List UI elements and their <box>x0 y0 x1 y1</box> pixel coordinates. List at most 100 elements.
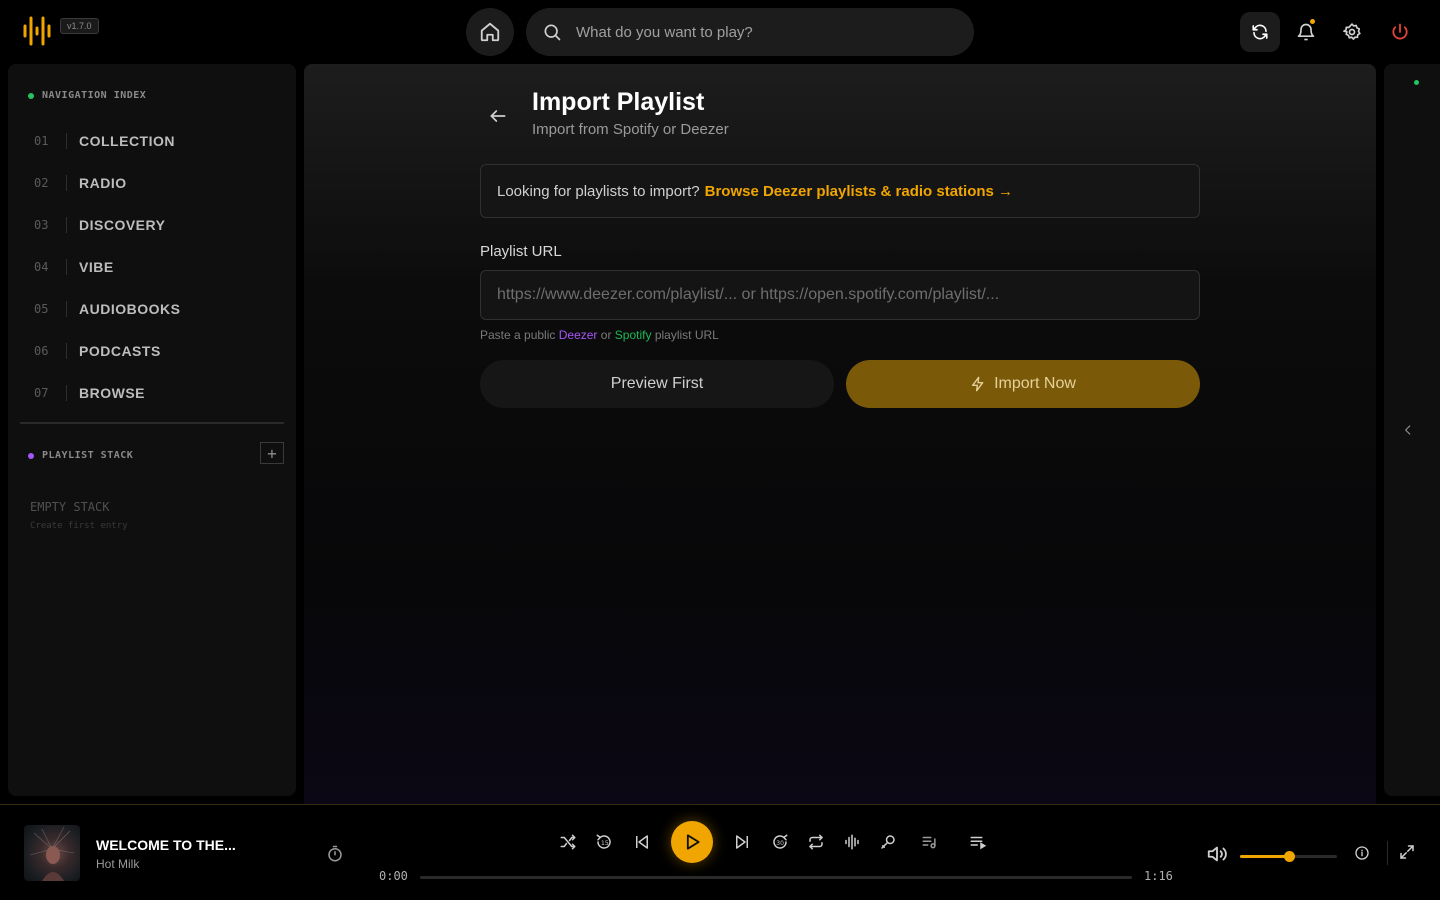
music-list-icon <box>922 836 936 849</box>
queue-icon <box>970 836 987 850</box>
main-content: Import Playlist Import from Spotify or D… <box>304 64 1376 804</box>
previous-button[interactable] <box>630 831 654 853</box>
url-hint: Paste a public Deezer or Spotify playlis… <box>480 328 719 342</box>
chevron-left-icon <box>1404 425 1411 435</box>
nav-separator <box>66 133 67 149</box>
settings-button[interactable] <box>1332 12 1372 52</box>
url-label: Playlist URL <box>480 243 562 260</box>
nav-number: 05 <box>34 302 49 316</box>
lyrics-button[interactable] <box>876 831 900 853</box>
fullscreen-button[interactable] <box>1398 843 1416 866</box>
search-input[interactable] <box>576 23 956 41</box>
shuffle-icon <box>560 834 576 850</box>
status-dot <box>1414 80 1419 85</box>
timer-icon <box>328 845 342 862</box>
nav-label: PODCASTS <box>79 343 161 359</box>
lightning-icon <box>972 376 984 392</box>
visualizer-button[interactable] <box>840 831 864 853</box>
volume-slider[interactable] <box>1240 851 1337 862</box>
rewind-15-button[interactable]: 15 <box>592 831 616 853</box>
svg-text:30: 30 <box>776 840 784 847</box>
page-subtitle: Import from Spotify or Deezer <box>532 121 729 138</box>
spotify-text: Spotify <box>614 328 652 342</box>
import-info-box: Looking for playlists to import? Browse … <box>480 164 1200 218</box>
nav-list: 01 COLLECTION 02 RADIO 03 DISCOVERY 04 V… <box>34 120 180 414</box>
power-icon <box>1392 23 1408 40</box>
progress-bar[interactable] <box>420 876 1132 879</box>
right-panel <box>1384 64 1440 796</box>
empty-stack-title: EMPTY STACK <box>30 500 110 514</box>
nav-number: 03 <box>34 218 49 232</box>
status-dot <box>28 92 34 99</box>
divider <box>20 422 284 424</box>
nav-label: RADIO <box>79 175 127 191</box>
playlist-url-input[interactable] <box>480 270 1200 320</box>
sidebar-item-browse[interactable]: 07 BROWSE <box>34 372 180 414</box>
sync-button[interactable] <box>1240 12 1280 52</box>
playlist-section-title: PLAYLIST STACK <box>28 450 133 461</box>
album-cover[interactable] <box>24 825 80 881</box>
nav-separator <box>66 385 67 401</box>
sidebar-item-radio[interactable]: 02 RADIO <box>34 162 180 204</box>
play-icon <box>686 834 700 850</box>
fast-forward-icon: 30 <box>773 834 788 849</box>
nav-separator <box>66 301 67 317</box>
nav-label: COLLECTION <box>79 133 175 149</box>
nav-label: DISCOVERY <box>79 217 166 233</box>
add-playlist-button[interactable]: + <box>260 442 284 464</box>
skip-forward-icon <box>736 835 748 849</box>
expand-panel-button[interactable] <box>1398 420 1418 440</box>
track-artist[interactable]: Hot Milk <box>96 857 139 871</box>
deezer-text: Deezer <box>558 328 598 342</box>
notifications-button[interactable] <box>1286 12 1326 52</box>
sidebar-item-discovery[interactable]: 03 DISCOVERY <box>34 204 180 246</box>
info-text: Looking for playlists to import? <box>497 182 700 200</box>
sidebar-item-vibe[interactable]: 04 VIBE <box>34 246 180 288</box>
nav-label: BROWSE <box>79 385 145 401</box>
app-logo[interactable] <box>20 14 54 48</box>
sidebar-item-audiobooks[interactable]: 05 AUDIOBOOKS <box>34 288 180 330</box>
nav-separator <box>66 175 67 191</box>
svg-text:15: 15 <box>601 840 609 847</box>
queue-button[interactable] <box>966 831 990 853</box>
notification-dot <box>1310 19 1315 24</box>
track-info-button[interactable] <box>1354 845 1370 866</box>
browse-deezer-link[interactable]: Browse Deezer playlists & radio stations… <box>705 183 1013 200</box>
forward-30-button[interactable]: 30 <box>768 831 792 853</box>
sleep-timer-button[interactable] <box>326 845 344 868</box>
volume-fill <box>1240 855 1289 858</box>
search-icon <box>544 24 561 41</box>
home-button[interactable] <box>466 8 514 56</box>
nav-number: 01 <box>34 134 49 148</box>
playlist-add-button[interactable] <box>918 831 942 853</box>
sidebar-item-podcasts[interactable]: 06 PODCASTS <box>34 330 180 372</box>
arrow-left-icon <box>490 110 506 122</box>
mute-button[interactable] <box>1206 843 1228 870</box>
sidebar: NAVIGATION INDEX 01 COLLECTION 02 RADIO … <box>8 64 296 796</box>
preview-button[interactable]: Preview First <box>480 360 834 408</box>
empty-stack-subtitle: Create first entry <box>30 521 128 531</box>
search-bar[interactable] <box>526 8 974 56</box>
track-title[interactable]: WELCOME TO THE... <box>96 837 236 853</box>
player-bar: WELCOME TO THE... Hot Milk 15 30 0:00 1:… <box>0 804 1440 900</box>
import-button[interactable]: Import Now <box>846 360 1200 408</box>
info-icon <box>1355 846 1369 860</box>
microphone-icon <box>881 835 895 849</box>
nav-number: 07 <box>34 386 49 400</box>
nav-number: 02 <box>34 176 49 190</box>
nav-separator <box>66 343 67 359</box>
nav-number: 04 <box>34 260 49 274</box>
logout-button[interactable] <box>1380 12 1420 52</box>
nav-number: 06 <box>34 344 49 358</box>
repeat-button[interactable] <box>804 831 828 853</box>
shuffle-button[interactable] <box>556 831 580 853</box>
nav-separator <box>66 217 67 233</box>
play-button[interactable] <box>671 821 713 863</box>
sidebar-item-collection[interactable]: 01 COLLECTION <box>34 120 180 162</box>
nav-section-title: NAVIGATION INDEX <box>28 90 146 101</box>
back-button[interactable] <box>484 102 512 130</box>
gear-icon <box>1343 23 1361 40</box>
next-button[interactable] <box>730 831 754 853</box>
rewind-icon: 15 <box>596 834 611 849</box>
volume-knob[interactable] <box>1283 851 1295 862</box>
